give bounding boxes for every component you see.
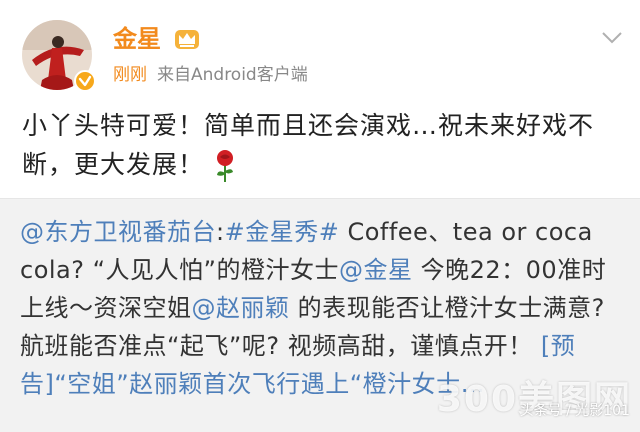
post-header: 金星 刚刚 来自Android客户端	[0, 0, 640, 100]
post-text: 小丫头特可爱！简单而且还会演戏…祝未来好戏不断，更大发展！	[22, 106, 622, 184]
colon: :	[216, 218, 225, 246]
rose-icon	[217, 150, 234, 182]
mention-jinxing-link[interactable]: @金星	[339, 256, 413, 284]
repost-card[interactable]: @东方卫视番茄台:#金星秀# Coffee、tea or coca cola? …	[0, 198, 640, 432]
crown-icon[interactable]	[174, 28, 200, 50]
post-source: 来自Android客户端	[157, 65, 308, 85]
post-body: 小丫头特可爱！简单而且还会演戏…祝未来好戏不断，更大发展！	[22, 111, 595, 179]
mention-zhaoliying-link[interactable]: @赵丽颖	[192, 294, 290, 322]
mention-channel-link[interactable]: @东方卫视番茄台	[20, 218, 216, 246]
chevron-down-icon[interactable]	[600, 30, 624, 46]
verified-badge-icon	[74, 70, 96, 92]
username[interactable]: 金星	[113, 22, 161, 56]
post-time: 刚刚	[113, 65, 147, 85]
post-meta: 刚刚 来自Android客户端	[113, 63, 308, 87]
hashtag-link[interactable]: #金星秀#	[225, 218, 340, 246]
watermark-credit: 头条号 / 光影101	[519, 403, 630, 419]
